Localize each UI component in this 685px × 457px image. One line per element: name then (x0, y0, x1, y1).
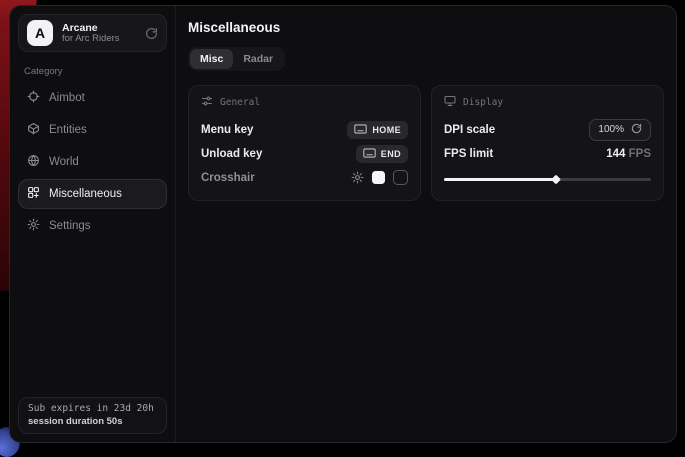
unload-key-binding[interactable]: END (356, 145, 408, 163)
dpi-scale-control[interactable]: 100% (589, 119, 651, 141)
sidebar-item-world[interactable]: World (18, 147, 167, 177)
fps-limit-value: 144 FPS (606, 148, 651, 160)
tab-misc[interactable]: Misc (190, 49, 233, 69)
menu-key-label: Menu key (201, 124, 253, 136)
brand-text: Arcane for Arc Riders (62, 22, 136, 45)
menu-key-value: HOME (372, 125, 401, 135)
menu-key-binding[interactable]: HOME (347, 121, 408, 139)
gear-icon (27, 218, 40, 234)
sidebar-item-label: Aimbot (49, 92, 85, 104)
crosshair-icon (27, 90, 40, 106)
crosshair-row: Crosshair (201, 166, 408, 189)
session-duration-text: session duration 50s (28, 416, 157, 427)
entities-icon (27, 122, 40, 138)
dpi-scale-label: DPI scale (444, 124, 495, 136)
globe-icon (27, 154, 40, 170)
general-card-header: General (201, 95, 408, 110)
refresh-icon[interactable] (631, 123, 642, 137)
fps-limit-row: FPS limit 144 FPS (444, 142, 651, 165)
sidebar-item-label: Settings (49, 220, 91, 232)
sidebar-item-settings[interactable]: Settings (18, 211, 167, 241)
monitor-icon (444, 95, 456, 110)
crosshair-label: Crosshair (201, 172, 255, 184)
menu-key-row: Menu key HOME (201, 118, 408, 141)
crosshair-settings-icon[interactable] (351, 171, 364, 184)
sidebar-item-label: Miscellaneous (49, 188, 122, 200)
crosshair-controls (351, 170, 408, 185)
crosshair-checkbox[interactable] (393, 170, 408, 185)
fps-number: 144 (606, 148, 625, 160)
unload-key-label: Unload key (201, 148, 262, 160)
dpi-scale-value: 100% (598, 124, 624, 135)
display-card: Display DPI scale 100% FPS limit (431, 85, 664, 201)
cards-row: General Menu key HOME Unload key (188, 85, 664, 201)
sidebar-nav: Aimbot Entities World (18, 83, 167, 241)
sidebar: A Arcane for Arc Riders Category Aimbot (10, 6, 176, 442)
sliders-icon (201, 95, 213, 110)
brand-card: A Arcane for Arc Riders (18, 14, 167, 52)
sub-expiry-text: Sub expires in 23d 20h (28, 403, 157, 414)
sidebar-item-aimbot[interactable]: Aimbot (18, 83, 167, 113)
avatar: A (27, 20, 53, 46)
sidebar-item-label: World (49, 156, 79, 168)
fps-limit-label: FPS limit (444, 148, 493, 160)
keyboard-icon (354, 124, 367, 136)
keyboard-icon (363, 148, 376, 160)
grid-icon (27, 186, 40, 202)
fps-unit: FPS (629, 148, 651, 160)
dpi-scale-row: DPI scale 100% (444, 118, 651, 141)
cheat-menu-window: A Arcane for Arc Riders Category Aimbot (9, 5, 677, 443)
unload-key-row: Unload key END (201, 142, 408, 165)
fps-slider-thumb[interactable] (551, 174, 561, 184)
tab-radar[interactable]: Radar (233, 49, 283, 69)
general-card-title: General (220, 97, 260, 108)
category-label: Category (24, 66, 161, 77)
sidebar-item-miscellaneous[interactable]: Miscellaneous (18, 179, 167, 209)
sidebar-item-label: Entities (49, 124, 87, 136)
sync-icon[interactable] (145, 27, 158, 40)
display-card-title: Display (463, 97, 503, 108)
brand-subtitle: for Arc Riders (62, 34, 136, 45)
crosshair-color-swatch[interactable] (372, 171, 385, 184)
brand-title: Arcane (62, 22, 136, 34)
general-card: General Menu key HOME Unload key (188, 85, 421, 201)
tab-bar: Misc Radar (188, 47, 285, 71)
sidebar-item-entities[interactable]: Entities (18, 115, 167, 145)
fps-limit-slider[interactable] (444, 174, 651, 184)
fps-slider-fill (444, 178, 556, 181)
page-title: Miscellaneous (188, 20, 664, 35)
main-panel: Miscellaneous Misc Radar General Menu ke… (176, 6, 676, 442)
unload-key-value: END (381, 149, 401, 159)
display-card-header: Display (444, 95, 651, 110)
subscription-info: Sub expires in 23d 20h session duration … (18, 397, 167, 434)
